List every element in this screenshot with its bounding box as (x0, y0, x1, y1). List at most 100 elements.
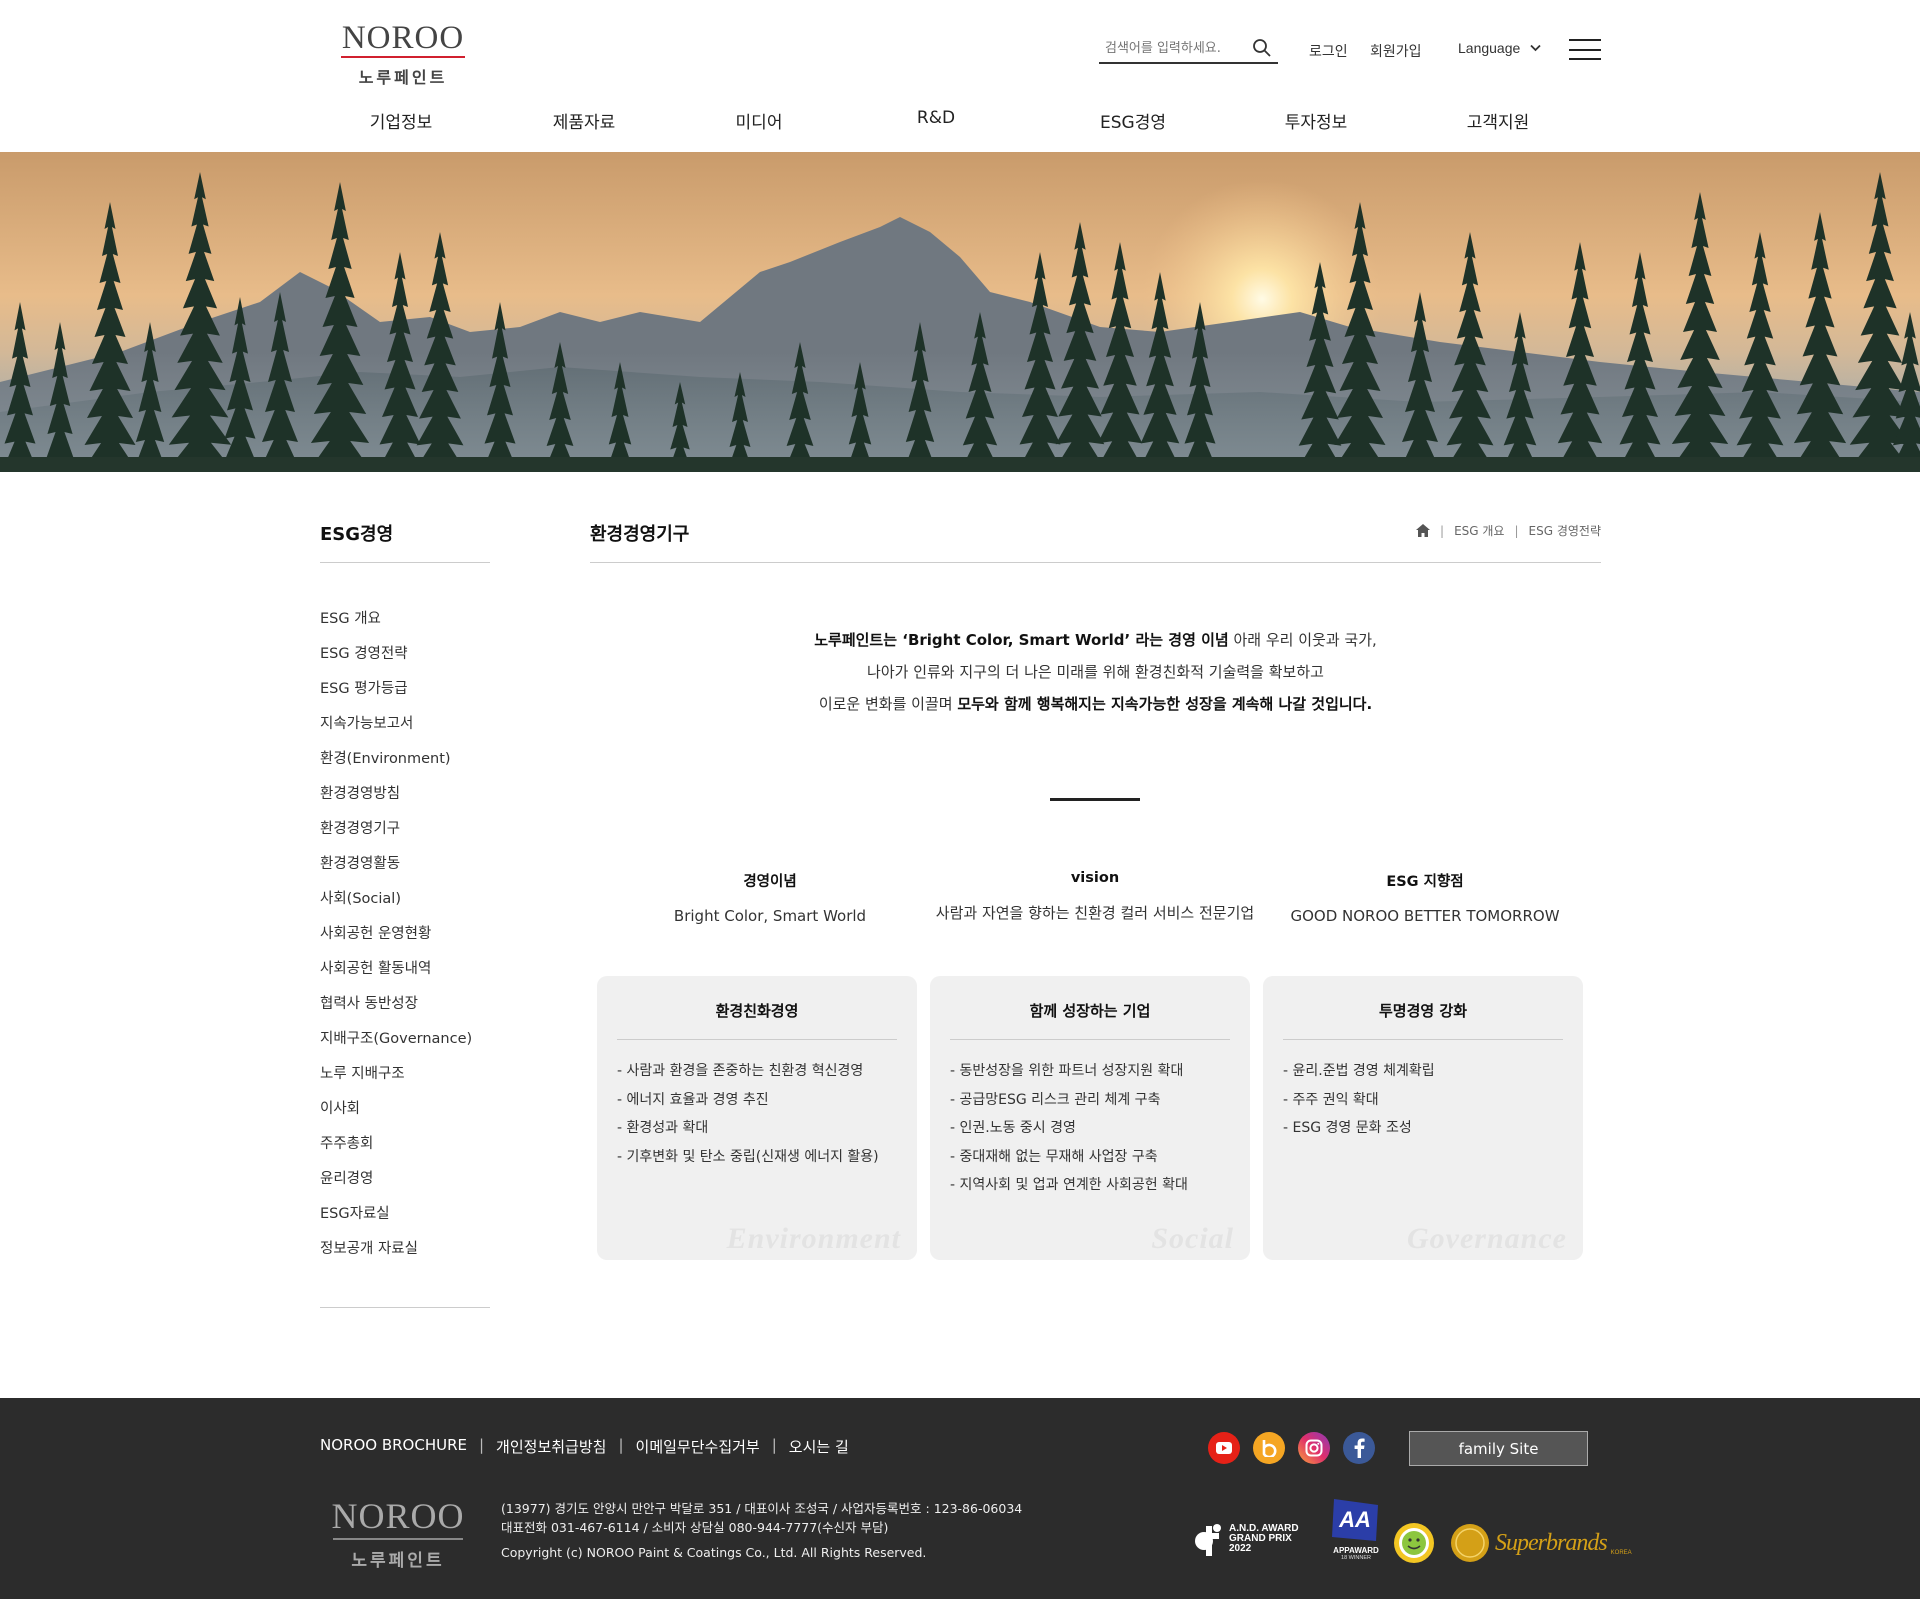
card-list-item: - 윤리.준법 경영 체계확립 (1283, 1063, 1435, 1079)
youtube-icon[interactable] (1208, 1432, 1240, 1464)
side-nav-item[interactable]: 지속가능보고서 (320, 712, 490, 747)
blog-icon[interactable] (1253, 1432, 1285, 1464)
intro-line3-bold: 모두와 함께 행복해지는 지속가능한 성장을 계속해 나갈 것입니다. (957, 695, 1373, 713)
nav-item-investor[interactable]: 투자정보 (1285, 108, 1348, 133)
side-nav-item[interactable]: 지배구조(Governance) (320, 1027, 490, 1062)
footer-link-separator: | (618, 1436, 624, 1454)
menu-icon[interactable] (1569, 39, 1601, 60)
mountain-sunset-image (0, 152, 1920, 472)
card-title: 함께 성장하는 기업 (1029, 1002, 1151, 1020)
nav-item-esg[interactable]: ESG경영 (1100, 108, 1166, 133)
intro-line1-bold: 노루페인트는 ‘Bright Color, Smart World’ 라는 경영… (814, 631, 1229, 649)
superbrands-badge: Superbrands KOREA (1449, 1522, 1632, 1564)
side-nav-item[interactable]: ESG자료실 (320, 1202, 490, 1237)
card-list-item: - 기후변화 및 탄소 중립(신재생 에너지 활용) (617, 1148, 879, 1165)
language-select[interactable]: Language (1458, 40, 1541, 56)
main-nav: 기업정보 제품자료 미디어 R&D ESG경영 투자정보 고객지원 (0, 108, 1920, 133)
intro-line1-rest: 아래 우리 이웃과 국가, (1228, 631, 1377, 649)
side-nav-item[interactable]: 정보공개 자료실 (320, 1237, 490, 1272)
nav-item-products[interactable]: 제품자료 (553, 108, 616, 133)
logo-underline (341, 56, 465, 58)
pillar-desc: GOOD NOROO BETTER TOMORROW (1290, 907, 1560, 925)
intro-line2: 나아가 인류와 지구의 더 나은 미래를 위해 환경친화적 기술력을 확보하고 (867, 663, 1324, 681)
card-watermark: Governance (1407, 1222, 1567, 1255)
company-phone: 대표전화 031-467-6114 / 소비자 상담실 080-944-7777… (501, 1520, 889, 1535)
footer-logo: NOROO 노루페인트 (327, 1498, 469, 1571)
superbrands-label: Superbrands (1495, 1529, 1608, 1556)
footer-link-brochure[interactable]: NOROO BROCHURE (320, 1436, 467, 1457)
and-award-logo (1195, 1524, 1221, 1556)
card-divider (950, 1039, 1230, 1040)
nav-item-media[interactable]: 미디어 (736, 108, 783, 133)
logo-english: NOROO (341, 20, 465, 56)
footer-link-privacy[interactable]: 개인정보취급방침 (496, 1436, 606, 1457)
side-nav-item[interactable]: 환경경영방침 (320, 782, 490, 817)
instagram-icon[interactable] (1298, 1432, 1330, 1464)
card-watermark: Environment (726, 1222, 901, 1255)
card-watermark: Social (1151, 1222, 1234, 1255)
card-list-item: - 인권.노동 중시 경영 (950, 1120, 1076, 1136)
login-link[interactable]: 로그인 (1309, 41, 1348, 61)
card-list-item: - 환경성과 확대 (617, 1120, 709, 1136)
pillar-desc: Bright Color, Smart World (673, 907, 867, 925)
chevron-down-icon (1530, 44, 1541, 52)
side-nav-item[interactable]: 환경경영활동 (320, 852, 490, 887)
breadcrumb-separator: | (1440, 523, 1445, 538)
footer-link-separator: | (478, 1436, 485, 1454)
site-footer: NOROO BROCHURE | 개인정보취급방침 | 이메일무단수집거부 | … (0, 1398, 1920, 1599)
facebook-icon[interactable] (1343, 1432, 1375, 1464)
nav-item-company[interactable]: 기업정보 (370, 108, 433, 133)
smile-award-badge (1393, 1522, 1435, 1569)
side-nav-item[interactable]: 이사회 (320, 1097, 490, 1132)
pillar-title: 경영이념 (743, 874, 797, 890)
app-award-badge: AA APPAWARD 18 WINNER (1332, 1499, 1380, 1561)
side-nav-item[interactable]: 사회(Social) (320, 887, 490, 922)
search-input[interactable] (1099, 35, 1239, 61)
side-nav-item[interactable]: 환경(Environment) (320, 747, 490, 782)
side-nav-item[interactable]: 사회공헌 활동내역 (320, 957, 490, 992)
side-nav-item[interactable]: 주주총회 (320, 1132, 490, 1167)
card-list: - 사람과 환경을 존중하는 친환경 혁신경영 - 에너지 효율과 경영 추진 … (617, 1060, 917, 1174)
side-nav-item[interactable]: 노루 지배구조 (320, 1062, 490, 1097)
side-nav-item[interactable]: 환경경영기구 (320, 817, 490, 852)
footer-logo-english: NOROO (331, 1496, 465, 1536)
language-label: Language (1458, 40, 1521, 56)
card-social: 함께 성장하는 기업 - 동반성장을 위한 파트너 성장지원 확대 - 공급망E… (930, 976, 1250, 1260)
superbrands-sub: KOREA (1610, 1550, 1632, 1556)
signup-link[interactable]: 회원가입 (1370, 41, 1422, 61)
nav-item-rnd[interactable]: R&D (917, 108, 955, 128)
breadcrumb-item[interactable]: ESG 개요 (1454, 522, 1504, 539)
breadcrumb-item[interactable]: ESG 경영전략 (1529, 522, 1601, 539)
side-nav-item[interactable]: ESG 경영전략 (320, 642, 490, 677)
footer-link-separator: | (771, 1436, 777, 1454)
card-list-item: - 사람과 환경을 존중하는 친환경 혁신경영 (617, 1063, 864, 1079)
side-nav-item[interactable]: 협력사 동반성장 (320, 992, 490, 1027)
side-nav-item[interactable]: 윤리경영 (320, 1167, 490, 1202)
intro-line3-pre: 이로운 변화를 이끌며 (818, 695, 958, 713)
home-icon[interactable] (1416, 524, 1431, 537)
site-logo[interactable]: NOROO 노루페인트 (339, 20, 467, 88)
card-title: 투명경영 강화 (1378, 1002, 1468, 1020)
hero-banner (0, 152, 1920, 472)
card-list: - 동반성장을 위한 파트너 성장지원 확대 - 공급망ESG 리스크 관리 체… (950, 1060, 1250, 1203)
superbrands-seal (1451, 1524, 1489, 1562)
section-divider (1050, 798, 1140, 801)
content-header: 환경경영기구 | ESG 개요 | ESG 경영전략 (590, 520, 1601, 563)
side-nav-title: ESG경영 (320, 520, 490, 563)
footer-links: NOROO BROCHURE | 개인정보취급방침 | 이메일무단수집거부 | … (320, 1436, 849, 1457)
footer-link-email-policy[interactable]: 이메일무단수집거부 (636, 1436, 760, 1457)
search-box (1099, 35, 1278, 64)
side-nav-item[interactable]: ESG 개요 (320, 607, 490, 642)
search-icon[interactable] (1252, 38, 1272, 58)
side-nav-item[interactable]: 사회공헌 운영현황 (320, 922, 490, 957)
side-nav-item[interactable]: ESG 평가등급 (320, 677, 490, 712)
site-header: NOROO 노루페인트 로그인 회원가입 Language 기업정보 제품자료 … (0, 0, 1920, 152)
card-list-item: - 지역사회 및 업과 연계한 사회공헌 확대 (950, 1177, 1188, 1193)
and-award-line3: 2022 (1229, 1543, 1252, 1554)
nav-item-support[interactable]: 고객지원 (1467, 108, 1530, 133)
logo-korean: 노루페인트 (358, 68, 448, 87)
esg-pillars: 경영이념 Bright Color, Smart World vision 사람… (590, 870, 1601, 930)
footer-link-directions[interactable]: 오시는 길 (789, 1436, 849, 1457)
family-site-select[interactable]: family Site (1409, 1431, 1588, 1466)
side-nav-divider (320, 1307, 490, 1308)
